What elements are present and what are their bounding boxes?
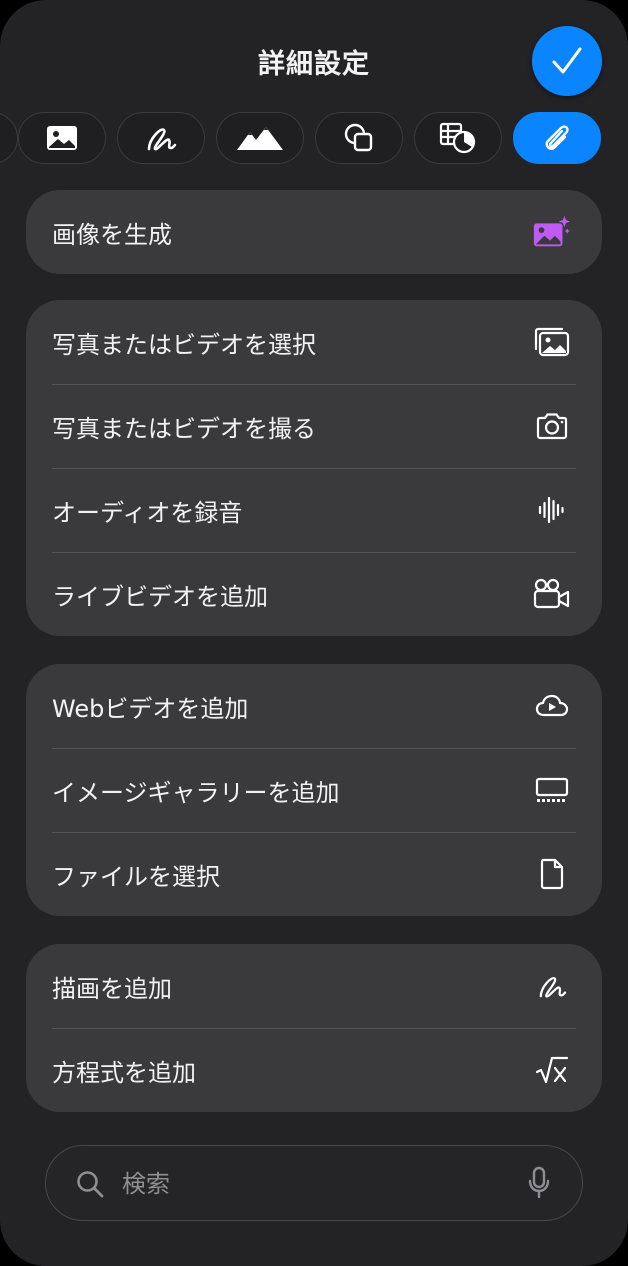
paperclip-icon: [545, 125, 569, 150]
video-camera-icon: [532, 574, 572, 614]
add-live-video-label: ライブビデオを追加: [52, 582, 268, 611]
add-web-video-row[interactable]: Webビデオを追加: [26, 664, 602, 748]
mountains-icon: [237, 127, 283, 150]
drawing-equation-group: 描画を追加 方程式を追加: [26, 944, 602, 1112]
add-live-video-row[interactable]: ライブビデオを追加: [26, 552, 602, 636]
tab-drawing[interactable]: [117, 112, 205, 164]
generate-image-row[interactable]: 画像を生成: [26, 190, 602, 274]
media-group: 写真またはビデオを選択 写真またはビデオを撮る オーディオを録音 ライブビデオを…: [26, 300, 602, 636]
square-root-icon: [532, 1050, 572, 1090]
tab-tables-charts[interactable]: [414, 112, 502, 164]
photo-icon: [47, 126, 77, 150]
record-audio-row[interactable]: オーディオを録音: [26, 468, 602, 552]
waveform-icon: [532, 490, 572, 530]
add-equation-label: 方程式を追加: [52, 1058, 196, 1087]
add-drawing-row[interactable]: 描画を追加: [26, 944, 602, 1028]
cloud-play-icon: [532, 686, 572, 726]
choose-photo-video-label: 写真またはビデオを選択: [52, 330, 316, 359]
image-sparkle-icon: [532, 212, 572, 252]
tab-scenes[interactable]: [216, 112, 304, 164]
search-icon: [77, 1171, 104, 1198]
tab-attachments[interactable]: [513, 112, 601, 164]
generate-image-label: 画像を生成: [52, 220, 172, 249]
add-web-video-label: Webビデオを追加: [52, 694, 249, 723]
table-chart-icon: [439, 122, 476, 154]
generate-group: 画像を生成: [26, 190, 602, 274]
scribble-icon: [532, 966, 572, 1006]
choose-file-row[interactable]: ファイルを選択: [26, 832, 602, 916]
tab-shapes[interactable]: [315, 112, 403, 164]
take-photo-video-row[interactable]: 写真またはビデオを撮る: [26, 384, 602, 468]
tab-media[interactable]: [18, 112, 106, 164]
insert-category-tabs: [0, 112, 628, 166]
advanced-settings-panel: 詳細設定 画像を生成 写真またはビデオを選択 写真またはビデオを撮る オーディオ…: [0, 0, 628, 1266]
tab-partial[interactable]: [0, 112, 18, 164]
search-input[interactable]: [120, 1164, 504, 1204]
search-field[interactable]: [45, 1145, 583, 1221]
done-button[interactable]: [532, 26, 602, 96]
add-drawing-label: 描画を追加: [52, 974, 172, 1003]
camera-icon: [532, 406, 572, 446]
photo-library-icon: [532, 322, 572, 362]
add-image-gallery-row[interactable]: イメージギャラリーを追加: [26, 748, 602, 832]
add-image-gallery-label: イメージギャラリーを追加: [52, 778, 340, 807]
document-icon: [532, 854, 572, 894]
gallery-icon: [532, 770, 572, 810]
record-audio-label: オーディオを録音: [52, 498, 243, 527]
choose-photo-video-row[interactable]: 写真またはビデオを選択: [26, 300, 602, 384]
add-equation-row[interactable]: 方程式を追加: [26, 1028, 602, 1112]
choose-file-label: ファイルを選択: [52, 862, 220, 891]
shapes-icon: [344, 123, 373, 152]
web-files-group: Webビデオを追加 イメージギャラリーを追加 ファイルを選択: [26, 664, 602, 916]
scribble-icon: [147, 128, 177, 151]
take-photo-video-label: 写真またはビデオを撮る: [52, 414, 316, 443]
checkmark-icon: [552, 47, 582, 74]
microphone-icon[interactable]: [528, 1166, 550, 1200]
